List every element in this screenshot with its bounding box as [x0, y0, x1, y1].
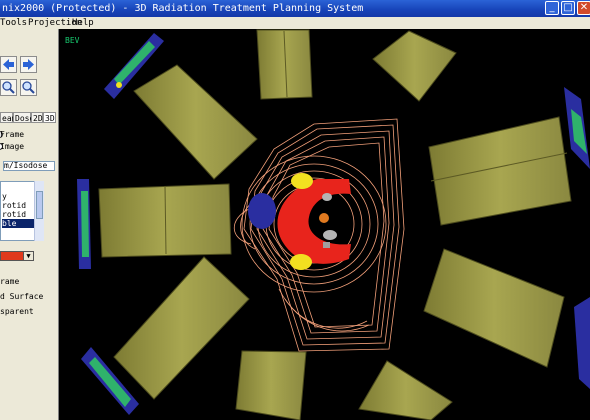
arrow-left-icon — [3, 59, 14, 70]
display-mode-dropdown[interactable]: m/Isodose — [3, 161, 55, 171]
beam-block — [423, 248, 565, 368]
structure-spinal-cord — [319, 213, 329, 223]
arrow-right-icon — [23, 59, 34, 70]
beam-block — [113, 256, 250, 400]
treatment-scene — [77, 29, 590, 420]
menu-tools[interactable]: Tools — [0, 17, 27, 29]
option-image-label: Image — [0, 142, 25, 151]
magnifier-icon — [2, 81, 15, 94]
beam-block — [372, 30, 457, 102]
menu-bar: Tools Projection Help — [0, 17, 590, 29]
previous-button[interactable] — [0, 56, 17, 73]
zoom-in-button[interactable] — [0, 79, 17, 96]
beam-block — [358, 360, 453, 420]
collimator-head — [81, 191, 89, 257]
list-item[interactable]: rotid — [2, 210, 26, 219]
structure-parotid-left — [248, 193, 276, 229]
scrollbar-thumb[interactable] — [36, 191, 43, 219]
menu-help[interactable]: Help — [72, 17, 94, 29]
target-volume — [277, 179, 351, 264]
title-bar: nix2000 (Protected) - 3D Radiation Treat… — [0, 0, 590, 17]
isodose-contours — [233, 118, 405, 352]
collimator-head — [574, 297, 590, 389]
structure-oral — [323, 242, 330, 248]
structure-brainstem — [322, 193, 332, 201]
view-tabs: eam Dose 2D 3D — [0, 112, 58, 123]
window-title: nix2000 (Protected) - 3D Radiation Treat… — [2, 3, 364, 14]
list-scrollbar[interactable] — [34, 181, 44, 241]
option-transparent-label[interactable]: sparent — [0, 307, 34, 316]
magnifier-icon — [22, 81, 35, 94]
left-control-panel: eam Dose 2D 3D Frame Image m/Isodose y r… — [0, 29, 59, 420]
tab-beam[interactable]: eam — [0, 112, 16, 123]
beam-block — [133, 64, 258, 180]
list-item[interactable]: rotid — [2, 201, 26, 210]
beam-blocks — [98, 29, 572, 420]
next-button[interactable] — [20, 56, 37, 73]
collimator-head — [114, 41, 155, 85]
chevron-down-icon[interactable]: ▼ — [23, 251, 34, 261]
tab-dose[interactable]: Dose — [13, 112, 34, 123]
tab-3d[interactable]: 3D — [43, 112, 56, 123]
structure-oral — [323, 230, 337, 240]
option-frame-label: Frame — [0, 130, 25, 139]
maximize-button[interactable]: □ — [561, 1, 575, 15]
structure-mandible-top — [291, 173, 313, 189]
minimize-button[interactable]: _ — [545, 1, 559, 15]
tab-2d[interactable]: 2D — [31, 112, 43, 123]
dropdown-value: m/Isodose — [4, 161, 48, 170]
zoom-out-button[interactable] — [20, 79, 37, 96]
option-wireframe-label[interactable]: rame — [0, 277, 19, 286]
structure-mandible-bottom — [290, 254, 312, 270]
beam-block — [428, 116, 572, 226]
list-item[interactable]: y — [2, 192, 7, 201]
beam-block — [235, 350, 307, 420]
3d-viewport[interactable]: BEV — [59, 29, 590, 420]
option-solid-surface-label[interactable]: d Surface — [0, 292, 43, 301]
close-button[interactable]: ✕ — [577, 1, 590, 15]
